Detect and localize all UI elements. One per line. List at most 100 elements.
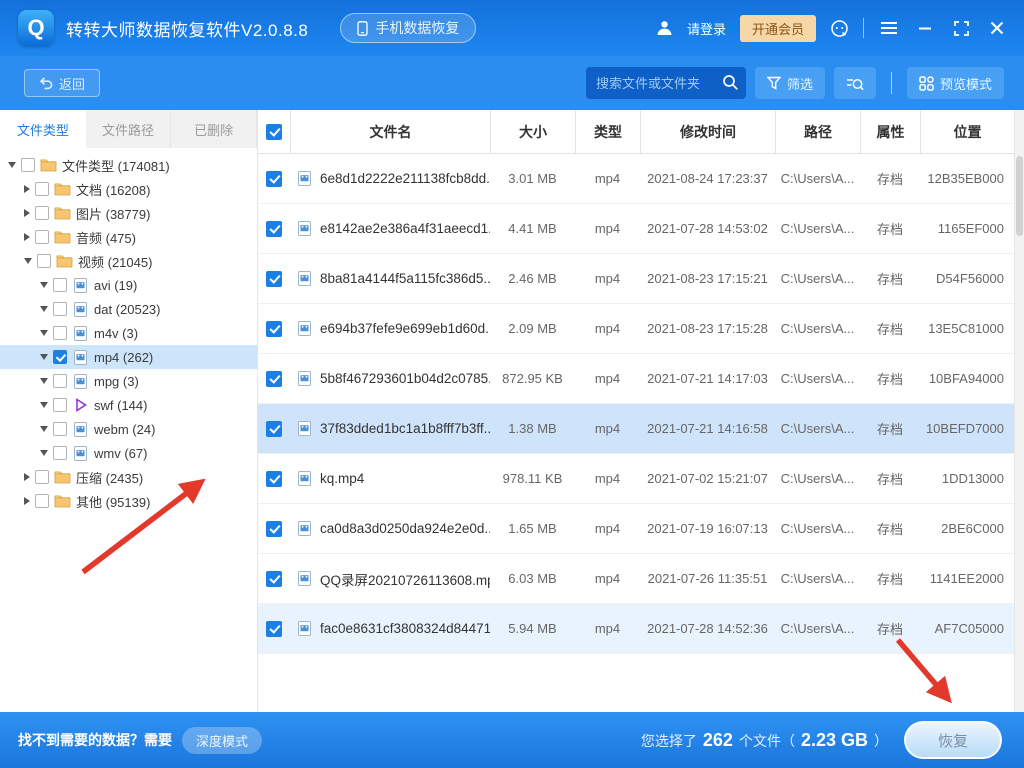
tree-checkbox[interactable] xyxy=(35,494,49,508)
row-checkbox[interactable] xyxy=(266,320,282,337)
tree-checkbox[interactable] xyxy=(53,326,67,340)
collapse-toggle-icon[interactable] xyxy=(24,258,32,264)
tree-checkbox[interactable] xyxy=(53,278,67,292)
table-row[interactable]: ca0d8a3d0250da924e2e0d... 1.65 MB mp4 2021-… xyxy=(258,504,1014,554)
tree-checkbox[interactable] xyxy=(53,398,67,412)
folder-icon xyxy=(54,493,71,509)
tree-checkbox[interactable] xyxy=(53,422,67,436)
tree-checkbox[interactable] xyxy=(37,254,51,268)
table-row[interactable]: e694b37fefe9e699eb1d60d... 2.09 MB mp4 2021… xyxy=(258,304,1014,354)
login-link[interactable]: 请登录 xyxy=(687,19,726,38)
tree-item-m4v[interactable]: m4v (3) xyxy=(0,321,257,345)
tree-checkbox[interactable] xyxy=(35,470,49,484)
phone-recovery-button[interactable]: 手机数据恢复 xyxy=(340,13,477,43)
row-checkbox[interactable] xyxy=(266,520,282,537)
vip-badge[interactable]: 开通会员 xyxy=(739,14,816,42)
file-attr: 存档 xyxy=(876,522,903,537)
back-button[interactable]: 返回 xyxy=(24,69,101,97)
expand-toggle-icon[interactable] xyxy=(24,209,30,217)
column-header-size[interactable]: 大小 xyxy=(490,110,575,153)
collapse-toggle-icon[interactable] xyxy=(40,378,48,384)
scrollbar-thumb[interactable] xyxy=(1016,156,1023,236)
deep-mode-button[interactable]: 深度模式 xyxy=(182,726,263,754)
table-row[interactable]: 6e8d1d2222e211138fcb8dd... 3.01 MB mp4 2021… xyxy=(258,154,1014,204)
tree-checkbox[interactable] xyxy=(21,158,35,172)
collapse-toggle-icon[interactable] xyxy=(40,354,48,360)
tree-item-webm[interactable]: webm (24) xyxy=(0,417,257,441)
filter-button[interactable]: 筛选 xyxy=(754,67,825,99)
tab-file-path[interactable]: 文件路径 xyxy=(86,110,172,148)
search-icon[interactable] xyxy=(722,74,739,91)
tree-item-其他[interactable]: 其他 (95139) xyxy=(0,489,257,513)
table-row[interactable]: QQ录屏20210726113608.mp4 6.03 MB mp4 2021-07-… xyxy=(258,554,1014,604)
expand-toggle-icon[interactable] xyxy=(24,185,30,193)
collapse-toggle-icon[interactable] xyxy=(40,306,48,312)
collapse-toggle-icon[interactable] xyxy=(40,426,48,432)
deep-search-button[interactable] xyxy=(833,67,876,99)
row-checkbox[interactable] xyxy=(266,270,282,287)
select-all-checkbox[interactable] xyxy=(266,123,282,140)
tree-checkbox[interactable] xyxy=(53,446,67,460)
tree-checkbox[interactable] xyxy=(53,350,67,364)
row-checkbox[interactable] xyxy=(266,570,282,587)
column-header-name[interactable]: 文件名 xyxy=(290,110,490,153)
row-checkbox[interactable] xyxy=(266,370,282,387)
column-header-path[interactable]: 路径 xyxy=(775,110,860,153)
menu-button[interactable] xyxy=(878,17,900,39)
table-row[interactable]: 37f83dded1bc1a1b8fff7b3ff... 1.38 MB mp4 20… xyxy=(258,404,1014,454)
column-header-modified[interactable]: 修改时间 xyxy=(640,110,775,153)
tree-item-swf[interactable]: swf (144) xyxy=(0,393,257,417)
table-row[interactable]: 8ba81a4144f5a115fc386d5... 2.46 MB mp4 2021… xyxy=(258,254,1014,304)
tree-checkbox[interactable] xyxy=(35,206,49,220)
table-row[interactable]: kq.mp4 978.11 KB mp4 2021-07-02 15:21:07 C:\… xyxy=(258,454,1014,504)
tree-item-音频[interactable]: 音频 (475) xyxy=(0,225,257,249)
column-header-location[interactable]: 位置 xyxy=(920,110,1014,153)
tree-item-压缩[interactable]: 压缩 (2435) xyxy=(0,465,257,489)
tree-item-图片[interactable]: 图片 (38779) xyxy=(0,201,257,225)
selection-size: 2.23 GB xyxy=(800,729,868,750)
tree-checkbox[interactable] xyxy=(53,302,67,316)
tree-checkbox[interactable] xyxy=(53,374,67,388)
tab-file-type[interactable]: 文件类型 xyxy=(0,110,86,148)
collapse-toggle-icon[interactable] xyxy=(40,282,48,288)
row-checkbox[interactable] xyxy=(266,420,282,437)
file-name: ca0d8a3d0250da924e2e0d... xyxy=(320,521,490,536)
row-checkbox[interactable] xyxy=(266,470,282,487)
tree-item-wmv[interactable]: wmv (67) xyxy=(0,441,257,465)
preview-mode-button[interactable]: 预览模式 xyxy=(906,67,1004,99)
tab-deleted[interactable]: 已删除 xyxy=(171,110,257,148)
table-row[interactable]: fac0e8631cf3808324d84471... 5.94 MB mp4 202… xyxy=(258,604,1014,654)
table-row[interactable]: 5b8f467293601b04d2c0785... 872.95 KB mp4 20… xyxy=(258,354,1014,404)
minimize-button[interactable] xyxy=(914,17,936,39)
customer-service-icon[interactable] xyxy=(830,19,849,38)
row-checkbox[interactable] xyxy=(266,220,282,237)
collapse-toggle-icon[interactable] xyxy=(40,450,48,456)
tree-item-视频[interactable]: 视频 (21045) xyxy=(0,249,257,273)
file-name: 5b8f467293601b04d2c0785... xyxy=(320,371,490,386)
tree-item-dat[interactable]: dat (20523) xyxy=(0,297,257,321)
tree-checkbox[interactable] xyxy=(35,230,49,244)
expand-toggle-icon[interactable] xyxy=(24,473,30,481)
tree-checkbox[interactable] xyxy=(35,182,49,196)
expand-toggle-icon[interactable] xyxy=(24,233,30,241)
tree-item-文档[interactable]: 文档 (16208) xyxy=(0,177,257,201)
tree-item-文件类型[interactable]: 文件类型 (174081) xyxy=(0,153,257,177)
column-header-attr[interactable]: 属性 xyxy=(860,110,920,153)
tree-item-mp4[interactable]: mp4 (262) xyxy=(0,345,257,369)
collapse-toggle-icon[interactable] xyxy=(8,162,16,168)
recover-button[interactable]: 恢复 xyxy=(904,721,1002,759)
tree-item-label: mp4 (262) xyxy=(94,349,154,365)
collapse-toggle-icon[interactable] xyxy=(40,330,48,336)
user-icon[interactable] xyxy=(656,20,673,36)
maximize-button[interactable] xyxy=(950,17,972,39)
row-checkbox[interactable] xyxy=(266,170,282,187)
table-row[interactable]: e8142ae2e386a4f31aeecd1... 4.41 MB mp4 2021… xyxy=(258,204,1014,254)
close-button[interactable] xyxy=(986,17,1008,39)
tree-item-avi[interactable]: avi (19) xyxy=(0,273,257,297)
expand-toggle-icon[interactable] xyxy=(24,497,30,505)
tree-item-mpg[interactable]: mpg (3) xyxy=(0,369,257,393)
column-header-type[interactable]: 类型 xyxy=(575,110,640,153)
vertical-scrollbar[interactable] xyxy=(1014,110,1024,712)
row-checkbox[interactable] xyxy=(266,620,282,637)
collapse-toggle-icon[interactable] xyxy=(40,402,48,408)
